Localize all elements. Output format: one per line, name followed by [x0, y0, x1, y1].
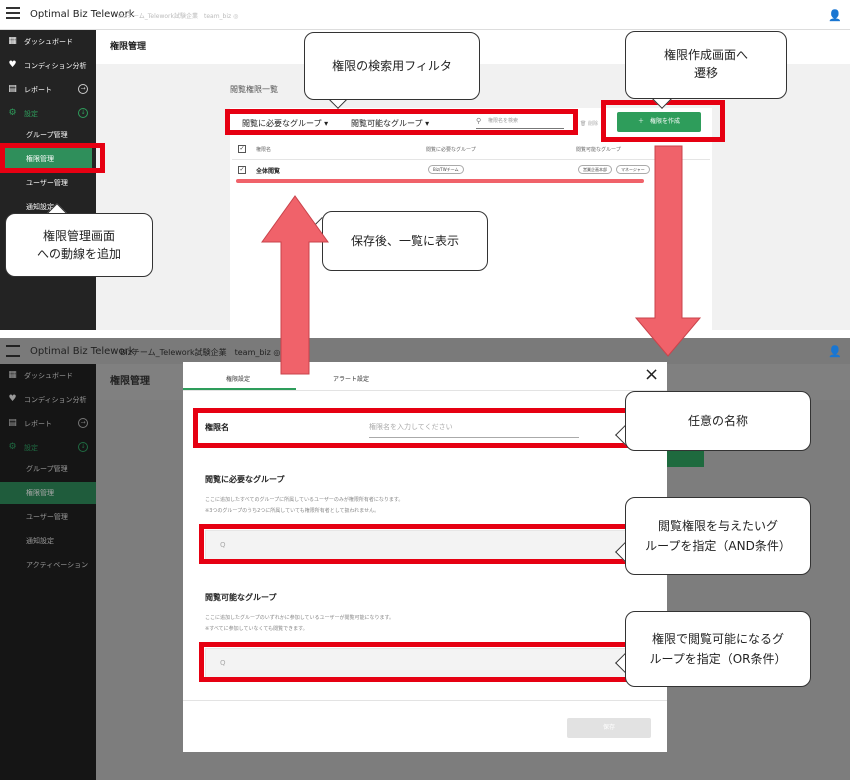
arrow-down-create — [634, 145, 702, 357]
flow-arrows — [261, 145, 702, 375]
arrow-up-saved — [261, 195, 329, 375]
